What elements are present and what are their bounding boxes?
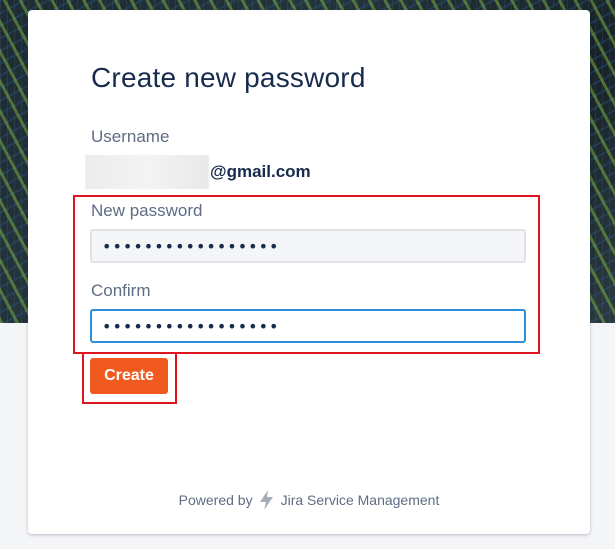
powered-by-footer: Powered by Jira Service Management [28,489,590,511]
new-password-label: New password [91,201,203,220]
powered-by-text: Powered by [178,492,253,508]
jira-service-management-link[interactable]: Jira Service Management [281,492,440,508]
create-button[interactable]: Create [90,358,168,394]
username-value: @gmail.com [85,155,311,189]
create-password-card: Create new password Username @gmail.com … [28,10,590,534]
jira-service-management-icon [257,489,277,511]
new-password-input[interactable] [90,229,526,263]
confirm-password-input[interactable] [90,309,526,343]
username-domain: @gmail.com [210,162,311,181]
username-label: Username [91,127,170,146]
page-title: Create new password [91,62,366,93]
confirm-label: Confirm [91,281,151,300]
redacted-username [85,155,209,189]
